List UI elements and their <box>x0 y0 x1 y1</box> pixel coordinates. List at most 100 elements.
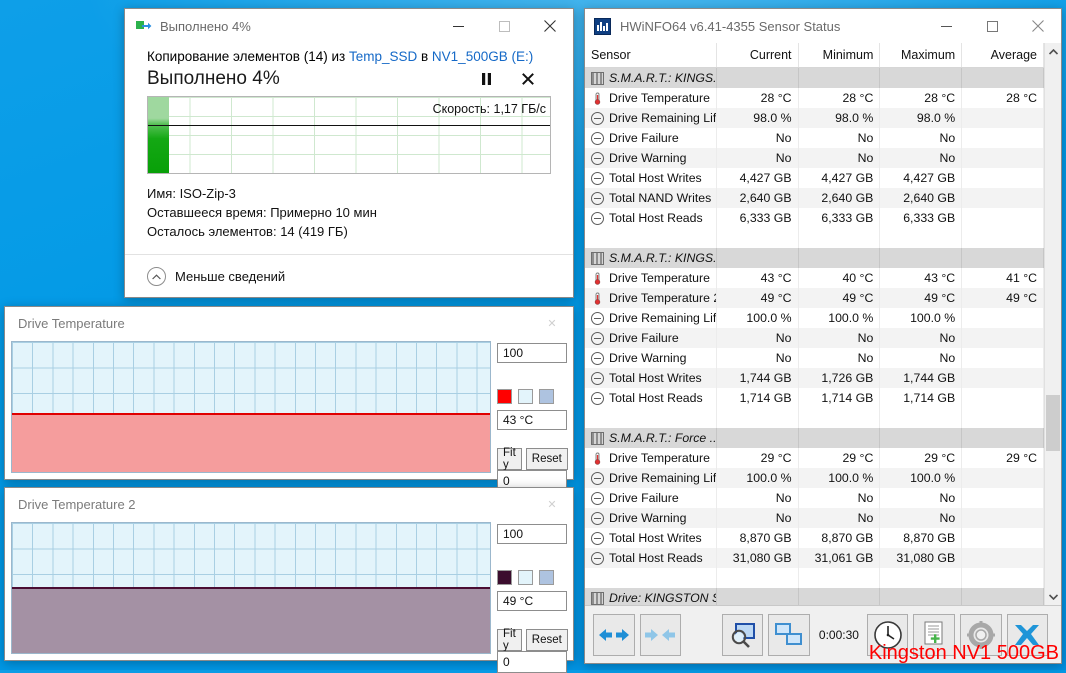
sensor-value-cell: No <box>880 488 963 508</box>
sensor-value-cell: 43 °C <box>880 268 963 288</box>
hwinfo-titlebar[interactable]: HWiNFO64 v6.41-4355 Sensor Status <box>585 9 1061 43</box>
elapsed-timer: 0:00:30 <box>818 627 859 642</box>
table-row[interactable]: Drive Warning No No No <box>585 348 1044 368</box>
table-row[interactable]: Total Host Reads 6,333 GB 6,333 GB 6,333 GB <box>585 208 1044 228</box>
maximize-button[interactable] <box>481 9 527 43</box>
table-row[interactable]: Drive Temperature 2 49 °C 49 °C 49 °C 49 °C <box>585 288 1044 308</box>
cancel-transfer-button[interactable] <box>517 68 539 90</box>
sensor-value-cell: No <box>799 128 881 148</box>
sensor-group-row[interactable]: S.M.A.R.T.: Force ... <box>585 428 1044 448</box>
table-row[interactable]: Drive Failure No No No <box>585 128 1044 148</box>
sensor-value-cell: 98.0 % <box>799 108 881 128</box>
sensor-value-cell: 6,333 GB <box>880 208 963 228</box>
sensor-value-cell <box>717 568 799 588</box>
table-row[interactable]: Total NAND Writes 2,640 GB 2,640 GB 2,640 G… <box>585 188 1044 208</box>
column-header-average[interactable]: Average <box>962 43 1044 67</box>
reset-button[interactable]: Reset <box>525 629 568 651</box>
sensor-value: 100.0 % <box>746 471 792 485</box>
sensor-value-cell <box>962 128 1044 148</box>
vertical-scrollbar[interactable] <box>1044 43 1061 605</box>
sensor-value: 29 °C <box>760 451 792 465</box>
sensor-value-cell <box>962 228 1044 248</box>
sensor-name: Total Host Writes <box>609 371 702 385</box>
column-header-maximum[interactable]: Maximum <box>880 43 963 67</box>
scrollbar-thumb[interactable] <box>1046 395 1060 451</box>
table-row[interactable]: Total Host Writes 1,744 GB 1,726 GB 1,744 G… <box>585 368 1044 388</box>
table-row[interactable]: Drive Temperature 43 °C 40 °C 43 °C 41 °C <box>585 268 1044 288</box>
background-color-swatch[interactable] <box>518 389 533 404</box>
table-row[interactable]: Drive Temperature 28 °C 28 °C 28 °C 28 °C <box>585 88 1044 108</box>
sensor-value: 49 °C <box>842 291 874 305</box>
series-color-swatch[interactable] <box>497 570 512 585</box>
grid-color-swatch[interactable] <box>539 570 554 585</box>
close-button[interactable] <box>527 9 573 43</box>
plot-canvas[interactable] <box>11 522 491 654</box>
remote-monitors-icon[interactable] <box>768 613 810 656</box>
fit-y-button[interactable]: Fit y <box>497 628 522 652</box>
sensor-value: No <box>775 511 792 525</box>
close-icon[interactable]: ✕ <box>531 489 573 519</box>
table-row[interactable]: Total Host Reads 31,080 GB 31,061 GB 31,080… <box>585 548 1044 568</box>
less-details-label: Меньше сведений <box>175 269 286 284</box>
sensor-value: 98.0 % <box>753 111 792 125</box>
minimize-button[interactable] <box>435 9 481 43</box>
drive-temperature-graph-window: Drive Temperature ✕ 100 43 °C Fit y Rese… <box>4 306 574 492</box>
sensor-group-row[interactable]: S.M.A.R.T.: KINGS... <box>585 248 1044 268</box>
sensor-value-cell <box>717 408 799 428</box>
table-row[interactable]: Drive Remaining Life 100.0 % 100.0 % 100.0 … <box>585 308 1044 328</box>
table-row[interactable]: Total Host Reads 1,714 GB 1,714 GB 1,714 GB <box>585 388 1044 408</box>
close-button[interactable] <box>1015 9 1061 43</box>
sensor-name: Total Host Reads <box>609 391 703 405</box>
pause-button[interactable] <box>475 68 497 90</box>
column-header-sensor[interactable]: Sensor <box>585 43 717 67</box>
maximize-button[interactable] <box>969 9 1015 43</box>
source-link[interactable]: Temp_SSD <box>349 49 417 64</box>
transfer-stats: Имя: ISO-Zip-3 Оставшееся время: Примерн… <box>147 184 551 241</box>
reset-button[interactable]: Reset <box>525 448 568 470</box>
sensor-name: Total Host Reads <box>609 211 703 225</box>
table-row[interactable]: Drive Failure No No No <box>585 488 1044 508</box>
sensor-group-row[interactable]: Drive: KINGSTON S... <box>585 588 1044 605</box>
table-row[interactable]: Total Host Writes 4,427 GB 4,427 GB 4,427 G… <box>585 168 1044 188</box>
destination-link[interactable]: NV1_500GB (E:) <box>432 49 533 64</box>
plot-canvas[interactable] <box>11 341 491 473</box>
sensor-value-cell: No <box>799 488 881 508</box>
y-axis-max-field[interactable]: 100 <box>497 524 567 544</box>
stat-label: Осталось элементов: <box>147 224 277 239</box>
table-row[interactable]: Drive Remaining Life 98.0 % 98.0 % 98.0 % <box>585 108 1044 128</box>
fit-y-button[interactable]: Fit y <box>497 447 522 471</box>
sensor-value-cell: 28 °C <box>962 88 1044 108</box>
less-details-toggle[interactable]: Меньше сведений <box>125 255 573 286</box>
sensor-value-cell: 4,427 GB <box>717 168 799 188</box>
table-row[interactable]: Drive Temperature 29 °C 29 °C 29 °C 29 °C <box>585 448 1044 468</box>
table-row[interactable]: Drive Warning No No No <box>585 148 1044 168</box>
sensor-value-cell <box>880 428 963 448</box>
grid-color-swatch[interactable] <box>539 389 554 404</box>
series-color-swatch[interactable] <box>497 389 512 404</box>
magnify-screen-icon[interactable] <box>721 613 764 656</box>
scroll-up-arrow[interactable] <box>1045 43 1061 60</box>
column-header-minimum[interactable]: Minimum <box>799 43 881 67</box>
sensor-value-cell <box>962 548 1044 568</box>
sensor-value-cell: 29 °C <box>962 448 1044 468</box>
graph-window-titlebar[interactable]: Drive Temperature ✕ <box>5 307 573 339</box>
arrows-inward-icon[interactable] <box>639 613 682 656</box>
gauge-icon <box>591 331 604 345</box>
sensor-group-row[interactable]: S.M.A.R.T.: KINGS... <box>585 68 1044 88</box>
y-axis-max-field[interactable]: 100 <box>497 343 567 363</box>
column-header-current[interactable]: Current <box>717 43 799 67</box>
minimize-button[interactable] <box>923 9 969 43</box>
table-row[interactable]: Total Host Writes 8,870 GB 8,870 GB 8,870 G… <box>585 528 1044 548</box>
close-icon[interactable]: ✕ <box>531 308 573 338</box>
table-row[interactable]: Drive Warning No No No <box>585 508 1044 528</box>
arrows-left-right-icon[interactable] <box>593 613 635 656</box>
sensor-table-columns: Sensor Current Minimum Maximum Average S… <box>585 43 1044 605</box>
copy-dialog-titlebar[interactable]: Выполнено 4% <box>125 9 573 43</box>
scroll-down-arrow[interactable] <box>1045 588 1061 605</box>
table-row[interactable]: Drive Failure No No No <box>585 328 1044 348</box>
sensor-name-cell: Drive Warning <box>585 348 717 368</box>
sensor-value: 100.0 % <box>910 471 956 485</box>
table-row[interactable]: Drive Remaining Life 100.0 % 100.0 % 100.0 … <box>585 468 1044 488</box>
background-color-swatch[interactable] <box>518 570 533 585</box>
graph-window-titlebar[interactable]: Drive Temperature 2 ✕ <box>5 488 573 520</box>
